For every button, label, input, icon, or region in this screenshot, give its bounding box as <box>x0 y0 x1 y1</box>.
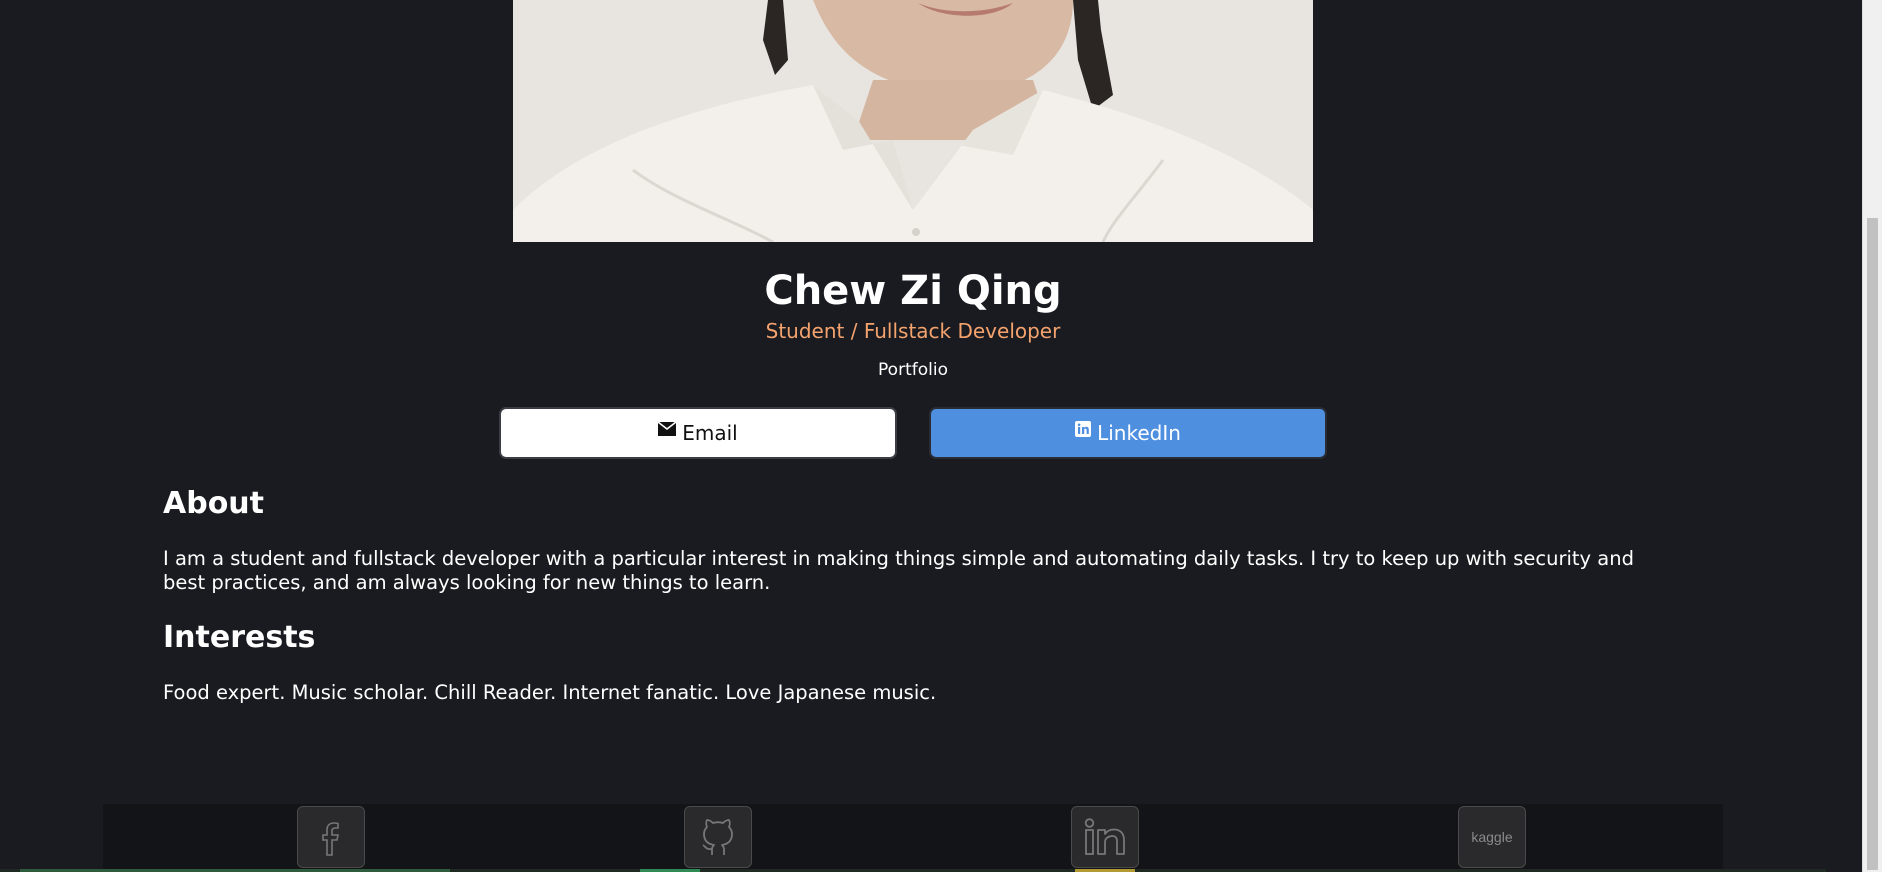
kaggle-icon: kaggle <box>1471 829 1513 845</box>
kaggle-link[interactable]: kaggle <box>1458 806 1526 868</box>
linkedin-button[interactable]: LinkedIn <box>929 407 1327 459</box>
email-button-label: Email <box>682 421 738 445</box>
about-text: I am a student and fullstack developer w… <box>163 547 1634 594</box>
interests-heading: Interests <box>163 620 316 655</box>
portfolio-link[interactable]: Portfolio <box>0 358 1826 382</box>
facebook-link[interactable] <box>297 806 365 868</box>
profile-page: Chew Zi Qing Student / Fullstack Develop… <box>0 0 1882 872</box>
mail-icon <box>658 421 677 437</box>
email-button[interactable]: Email <box>499 407 897 459</box>
profile-photo <box>513 0 1313 242</box>
linkedin-icon <box>1075 421 1092 437</box>
linkedin-button-label: LinkedIn <box>1097 421 1181 445</box>
github-link[interactable] <box>684 806 752 868</box>
page-scrollbar[interactable] <box>1862 0 1882 872</box>
scrollbar-thumb[interactable] <box>1867 218 1878 870</box>
interests-text: Food expert. Music scholar. Chill Reader… <box>163 681 937 704</box>
about-heading: About <box>163 486 265 521</box>
profile-role: Student / Fullstack Developer <box>765 319 1061 343</box>
github-icon <box>698 815 738 859</box>
profile-name: Chew Zi Qing <box>764 268 1062 314</box>
facebook-icon <box>316 817 346 857</box>
linkedin-footer-link[interactable] <box>1071 806 1139 868</box>
linkedin-icon <box>1083 817 1127 857</box>
